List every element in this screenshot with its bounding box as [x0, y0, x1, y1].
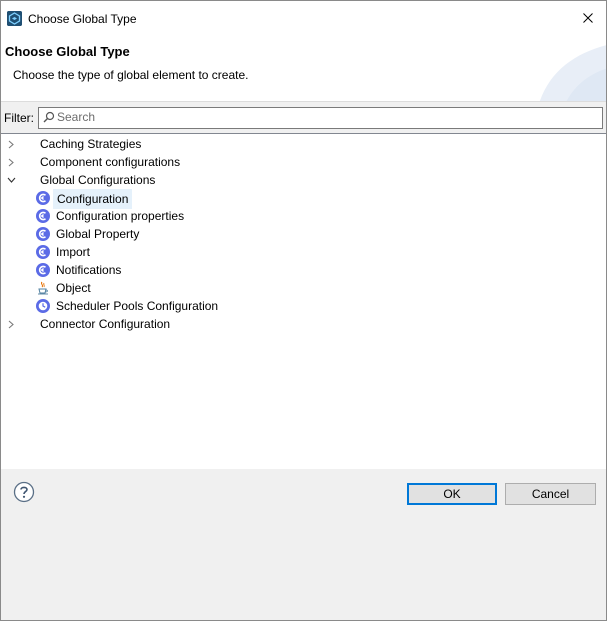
tree-item-label: Global Property — [56, 227, 140, 241]
tree-item-import[interactable]: Import — [1, 243, 301, 261]
tree-item-scheduler-pools-configuration[interactable]: Scheduler Pools Configuration — [1, 297, 301, 315]
chevron-right-icon[interactable] — [6, 153, 16, 171]
search-input[interactable] — [57, 109, 587, 125]
button-bar: OK Cancel — [1, 469, 606, 620]
help-icon — [13, 481, 35, 503]
filter-label: Filter: — [4, 111, 34, 125]
tree-item-label: Notifications — [56, 263, 122, 277]
tree-item-configuration[interactable]: Configuration — [1, 189, 301, 209]
close-icon — [583, 13, 593, 23]
tree-item-label: Scheduler Pools Configuration — [56, 299, 219, 313]
tree-item-notifications[interactable]: Notifications — [1, 261, 301, 279]
close-button[interactable] — [576, 7, 600, 29]
tree-item-label: Configuration — [53, 189, 133, 209]
page-description: Choose the type of global element to cre… — [13, 68, 249, 82]
tree-item-configuration-properties[interactable]: Configuration properties — [1, 207, 301, 225]
config-icon — [36, 191, 50, 205]
clock-icon — [36, 299, 50, 313]
chevron-right-icon[interactable] — [6, 135, 16, 153]
filter-field[interactable] — [38, 107, 603, 129]
tree-item-label: Import — [56, 245, 91, 259]
app-logo-icon — [7, 11, 22, 26]
chevron-down-icon[interactable] — [6, 171, 16, 189]
tree-item-component-configurations[interactable]: Component configurations — [1, 153, 301, 171]
tree-item-label: Caching Strategies — [40, 137, 142, 151]
tree-item-global-configurations[interactable]: Global Configurations — [1, 171, 301, 189]
window-title: Choose Global Type — [28, 12, 137, 26]
search-icon — [43, 111, 55, 123]
cancel-button[interactable]: Cancel — [505, 483, 596, 505]
header-decoration — [539, 45, 606, 101]
tree-item-label: Connector Configuration — [40, 317, 171, 331]
config-icon — [36, 227, 50, 241]
config-icon — [36, 263, 50, 277]
help-button[interactable] — [13, 481, 35, 503]
ok-button[interactable]: OK — [407, 483, 497, 505]
tree-item-object[interactable]: Object — [1, 279, 301, 297]
tree-item-label: Global Configurations — [40, 173, 156, 187]
java-icon — [38, 281, 48, 295]
config-icon — [36, 209, 50, 223]
tree-item-label: Object — [56, 281, 91, 295]
config-icon — [36, 245, 50, 259]
tree-item-caching-strategies[interactable]: Caching Strategies — [1, 135, 301, 153]
chevron-right-icon[interactable] — [6, 315, 16, 333]
tree-item-global-property[interactable]: Global Property — [1, 225, 301, 243]
title-bar: Choose Global Type — [1, 1, 606, 35]
dialog-window: Choose Global Type Choose Global Type Ch… — [0, 0, 607, 621]
page-title: Choose Global Type — [5, 44, 130, 59]
tree-item-label: Configuration properties — [56, 209, 185, 223]
tree-item-label: Component configurations — [40, 155, 181, 169]
tree-item-connector-configuration[interactable]: Connector Configuration — [1, 315, 301, 333]
dialog-header: Choose Global Type Choose the type of gl… — [1, 35, 606, 101]
